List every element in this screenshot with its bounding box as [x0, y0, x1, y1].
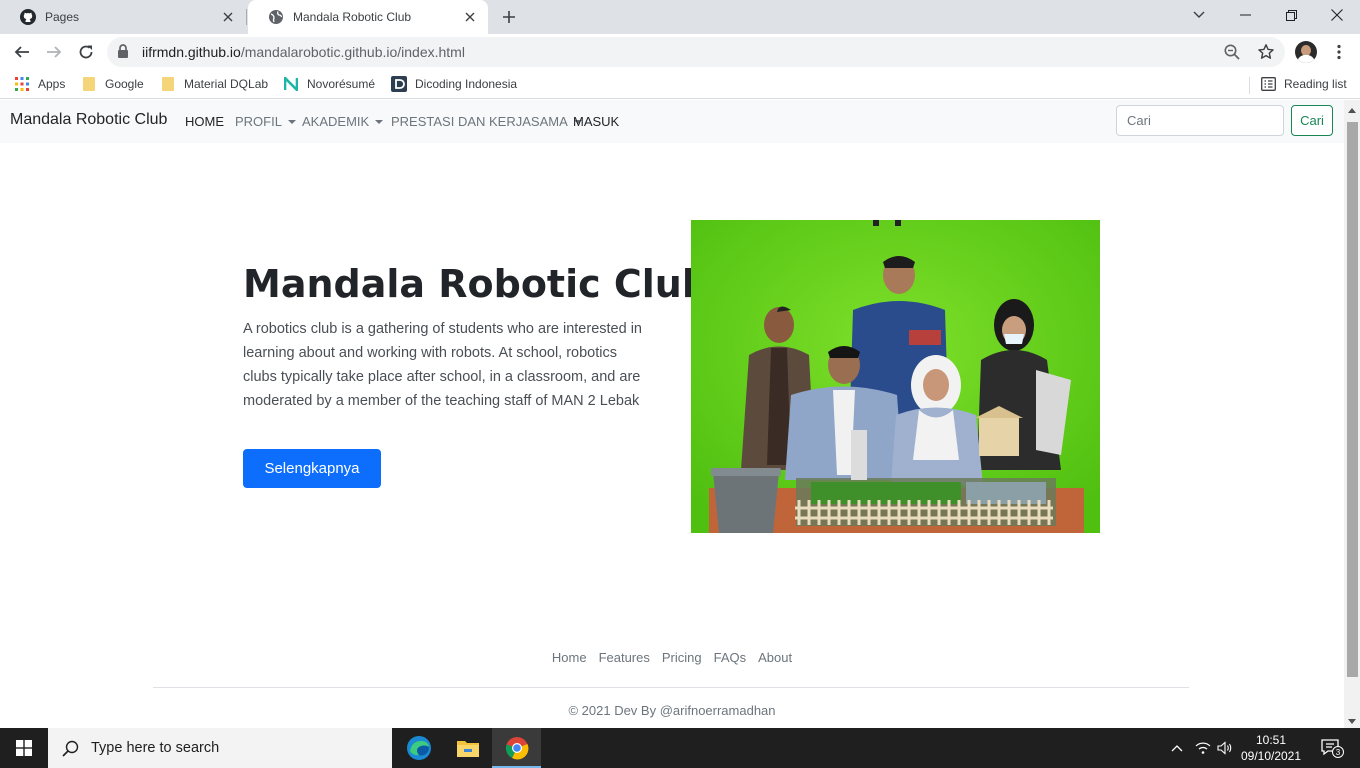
- bookmark-label: Apps: [38, 77, 66, 91]
- close-tab-icon[interactable]: [460, 7, 480, 27]
- bookmark-star-icon[interactable]: [1257, 43, 1275, 66]
- tab-title: Mandala Robotic Club: [293, 10, 412, 24]
- caret-down-icon: [287, 119, 296, 124]
- caret-down-icon: [375, 119, 384, 124]
- bookmarks-bar: Apps Google Material DQLab Novorésumé Di…: [0, 70, 1360, 99]
- apps-grid-icon: [14, 76, 30, 92]
- minimize-icon[interactable]: [1222, 0, 1268, 30]
- site-search-input[interactable]: Cari: [1116, 105, 1284, 136]
- chrome-icon[interactable]: [492, 728, 541, 768]
- hero-title: Mandala Robotic Club: [243, 262, 710, 306]
- bookmarks-separator: [1249, 77, 1250, 94]
- footer-link-home[interactable]: Home: [546, 650, 593, 665]
- tab-separator: [246, 9, 247, 25]
- notification-count: 3: [1336, 748, 1341, 757]
- profile-avatar[interactable]: [1295, 41, 1317, 63]
- site-search-button[interactable]: Cari: [1291, 105, 1333, 136]
- tab-search-icon[interactable]: [1176, 0, 1222, 30]
- footer-copyright: © 2021 Dev By @arifnoerramadhan: [568, 703, 776, 718]
- windows-taskbar: Type here to search 10:51 09/10/2021 3: [0, 728, 1360, 768]
- bookmark-material-dqlab[interactable]: Material DQLab: [160, 76, 268, 92]
- bookmark-apps[interactable]: Apps: [14, 76, 65, 92]
- new-tab-button[interactable]: [497, 5, 521, 29]
- hero-description: A robotics club is a gathering of studen…: [243, 321, 642, 409]
- globe-icon: [268, 9, 284, 25]
- novoresume-icon: [283, 76, 299, 92]
- notification-center-icon[interactable]: 3: [1312, 728, 1352, 768]
- url-text: iifrmdn.github.io/mandalarobotic.github.…: [142, 44, 465, 60]
- page-scrollbar[interactable]: [1344, 100, 1360, 728]
- file-explorer-icon[interactable]: [443, 728, 492, 768]
- scroll-up-arrow-icon[interactable]: [1348, 108, 1356, 113]
- folder-icon: [160, 76, 176, 92]
- network-icon[interactable]: [1192, 728, 1214, 768]
- nav-home[interactable]: HOME: [185, 114, 224, 129]
- clock-date: 09/10/2021: [1240, 749, 1302, 763]
- footer-link-features[interactable]: Features: [593, 650, 656, 665]
- show-hidden-icons-chevron[interactable]: [1166, 728, 1188, 768]
- forward-arrow-icon[interactable]: [42, 40, 66, 64]
- bookmark-label: Material DQLab: [184, 77, 269, 91]
- zoom-icon[interactable]: [1223, 43, 1241, 66]
- scrollbar-thumb[interactable]: [1347, 122, 1358, 677]
- restore-icon[interactable]: [1268, 0, 1314, 30]
- menu-dots-icon[interactable]: [1327, 40, 1351, 64]
- github-icon: [20, 9, 36, 25]
- nav-profil-dropdown[interactable]: PROFIL: [235, 114, 296, 129]
- bookmark-label: Google: [105, 77, 144, 91]
- site-navbar: Mandala Robotic Club HOME PROFIL AKADEMI…: [0, 100, 1344, 143]
- volume-icon[interactable]: [1214, 728, 1236, 768]
- footer-link-about[interactable]: About: [752, 650, 798, 665]
- footer-link-faqs[interactable]: FAQs: [708, 650, 753, 665]
- bookmark-novoresume[interactable]: Novorésumé: [283, 76, 375, 92]
- tab-mandala[interactable]: Mandala Robotic Club: [248, 0, 488, 34]
- footer-nav: Home Features Pricing FAQs About: [0, 650, 1344, 665]
- bookmark-google[interactable]: Google: [81, 76, 144, 92]
- search-icon: [62, 740, 79, 757]
- taskbar-search-box[interactable]: Type here to search: [48, 728, 392, 768]
- scroll-down-arrow-icon[interactable]: [1348, 719, 1356, 724]
- nav-akademik-dropdown[interactable]: AKADEMIK: [302, 114, 384, 129]
- edge-icon[interactable]: [394, 728, 443, 768]
- site-brand[interactable]: Mandala Robotic Club: [10, 111, 167, 129]
- reading-list-button[interactable]: Reading list: [1260, 76, 1347, 92]
- nav-prestasi-dropdown[interactable]: PRESTASI DAN KERJASAMA: [391, 114, 582, 129]
- windows-start-icon[interactable]: [0, 728, 48, 768]
- taskbar-clock[interactable]: 10:51 09/10/2021: [1234, 732, 1308, 764]
- address-bar[interactable]: iifrmdn.github.io/mandalarobotic.github.…: [107, 37, 1285, 67]
- tab-title: Pages: [45, 10, 80, 24]
- dicoding-icon: [391, 76, 407, 92]
- bookmark-label: Novorésumé: [307, 77, 376, 91]
- page-viewport: Mandala Robotic Club HOME PROFIL AKADEMI…: [0, 100, 1344, 728]
- nav-masuk[interactable]: MASUK: [573, 114, 619, 129]
- back-arrow-icon[interactable]: [10, 40, 34, 64]
- bookmark-label: Dicoding Indonesia: [415, 77, 518, 91]
- footer-divider: [153, 687, 1189, 688]
- close-window-icon[interactable]: [1314, 0, 1360, 30]
- tab-pages[interactable]: Pages: [0, 0, 246, 34]
- browser-toolbar: iifrmdn.github.io/mandalarobotic.github.…: [0, 34, 1360, 70]
- clock-time: 10:51: [1255, 733, 1287, 747]
- selengkapnya-button[interactable]: Selengkapnya: [243, 449, 381, 488]
- bookmark-dicoding[interactable]: Dicoding Indonesia: [391, 76, 517, 92]
- close-tab-icon[interactable]: [218, 7, 238, 27]
- reading-list-label: Reading list: [1284, 77, 1347, 91]
- footer-link-pricing[interactable]: Pricing: [656, 650, 708, 665]
- folder-icon: [81, 76, 97, 92]
- lock-icon[interactable]: [117, 44, 129, 64]
- tab-strip: Pages Mandala Robotic Club: [0, 0, 1360, 34]
- reload-icon[interactable]: [74, 40, 98, 64]
- club-group-photo: [691, 220, 1100, 533]
- reading-list-icon: [1260, 76, 1276, 92]
- taskbar-search-placeholder: Type here to search: [91, 740, 220, 756]
